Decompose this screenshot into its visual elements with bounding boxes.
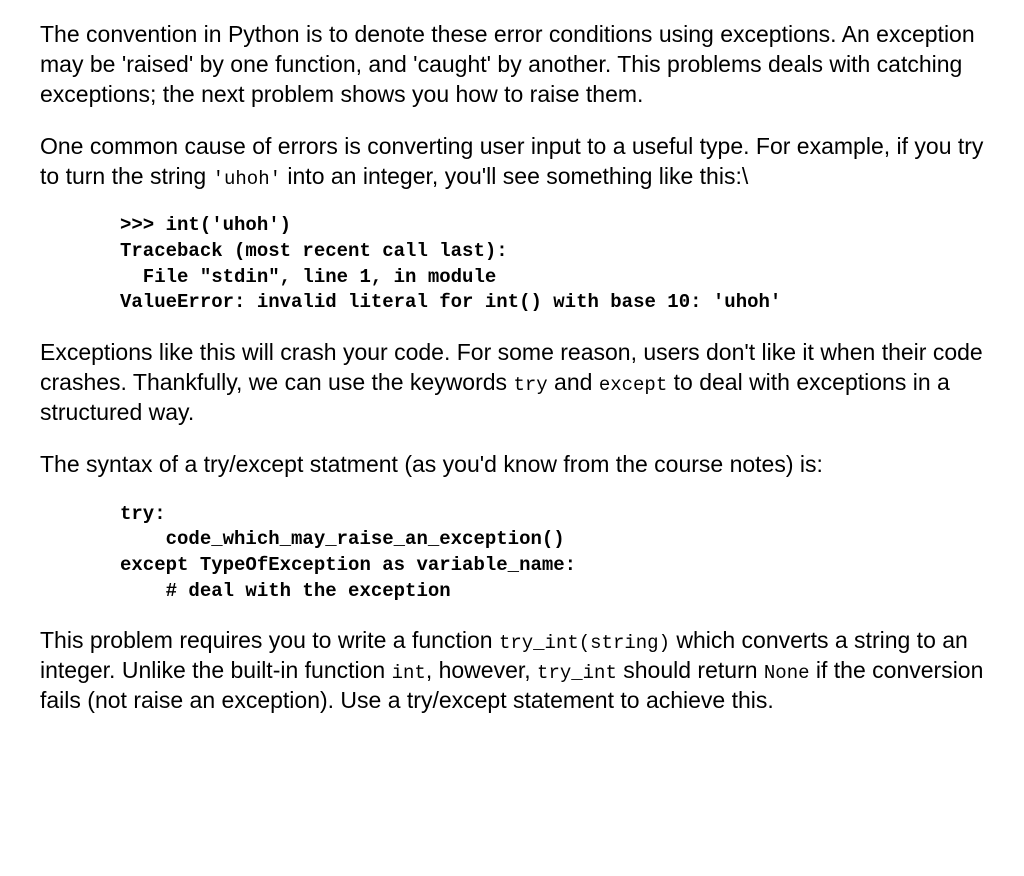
text-segment: should return bbox=[617, 657, 764, 683]
code-block-traceback: >>> int('uhoh') Traceback (most recent c… bbox=[120, 213, 984, 316]
paragraph-syntax-intro: The syntax of a try/except statment (as … bbox=[40, 450, 984, 480]
text-segment: , however, bbox=[426, 657, 537, 683]
inline-code: int bbox=[392, 662, 426, 684]
inline-code: try bbox=[513, 374, 547, 396]
text-segment: This problem requires you to write a fun… bbox=[40, 627, 499, 653]
text-segment: and bbox=[548, 369, 599, 395]
inline-code: 'uhoh' bbox=[213, 168, 281, 190]
inline-code: try_int bbox=[537, 662, 617, 684]
text-segment: into an integer, you'll see something li… bbox=[281, 163, 748, 189]
inline-code: except bbox=[599, 374, 667, 396]
paragraph-try-except: Exceptions like this will crash your cod… bbox=[40, 338, 984, 428]
paragraph-problem: This problem requires you to write a fun… bbox=[40, 626, 984, 716]
code-block-syntax: try: code_which_may_raise_an_exception()… bbox=[120, 502, 984, 605]
inline-code: try_int(string) bbox=[499, 632, 670, 654]
paragraph-intro: The convention in Python is to denote th… bbox=[40, 20, 984, 110]
inline-code: None bbox=[764, 662, 810, 684]
paragraph-user-input: One common cause of errors is converting… bbox=[40, 132, 984, 192]
